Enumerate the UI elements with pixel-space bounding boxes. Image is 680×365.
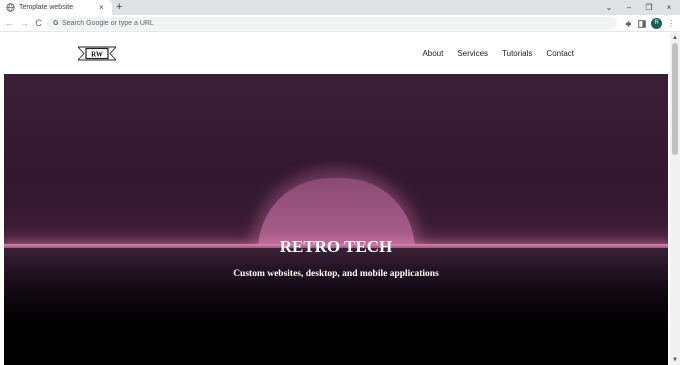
scroll-thumb[interactable] [672, 43, 678, 155]
svg-text:RW: RW [91, 51, 103, 59]
menu-icon[interactable]: ⋮ [666, 15, 676, 32]
hero-title: RETRO TECH [279, 237, 393, 256]
tab-search-icon[interactable]: ⌄ [601, 0, 617, 15]
google-icon: G [53, 20, 59, 27]
site-nav: About Services Tutorials Contact [422, 48, 574, 59]
reload-button[interactable]: C [33, 15, 44, 32]
tab-title: Template website [19, 4, 74, 11]
nav-link-contact[interactable]: Contact [546, 48, 574, 59]
browser-toolbar: ← → C G R ⋮ [0, 15, 680, 32]
hero-ground [4, 248, 668, 365]
page-scrollbar[interactable]: ▲ ▼ [670, 33, 680, 365]
minimize-button[interactable]: – [621, 0, 637, 15]
new-tab-button[interactable]: + [116, 0, 122, 15]
side-panel-icon[interactable] [637, 15, 647, 32]
tab-strip: Template website × + ⌄ – ❐ × [0, 0, 680, 15]
address-bar[interactable]: G [47, 17, 617, 30]
nav-link-about[interactable]: About [422, 48, 443, 59]
page-viewport: RW About Services Tutorials Contact RETR… [0, 33, 670, 365]
puzzle-icon[interactable] [624, 15, 634, 32]
close-window-button[interactable]: × [661, 0, 677, 15]
site-logo[interactable]: RW [78, 46, 116, 61]
hero-section: RETRO TECH Custom websites, desktop, and… [4, 74, 668, 365]
scroll-down-icon[interactable]: ▼ [670, 355, 680, 365]
nav-link-tutorials[interactable]: Tutorials [502, 48, 532, 59]
profile-avatar[interactable]: R [651, 18, 662, 29]
hero-subtitle: Custom websites, desktop, and mobile app… [233, 269, 439, 279]
globe-icon [6, 3, 15, 12]
forward-button[interactable]: → [19, 15, 30, 32]
address-input[interactable] [62, 17, 602, 30]
scroll-up-icon[interactable]: ▲ [670, 33, 680, 43]
nav-link-services[interactable]: Services [457, 48, 488, 59]
tab-close-icon[interactable]: × [99, 2, 104, 13]
back-button[interactable]: ← [4, 15, 15, 32]
restore-button[interactable]: ❐ [641, 0, 657, 15]
browser-tab[interactable]: Template website × [0, 0, 112, 15]
site-header: RW About Services Tutorials Contact [0, 33, 670, 74]
